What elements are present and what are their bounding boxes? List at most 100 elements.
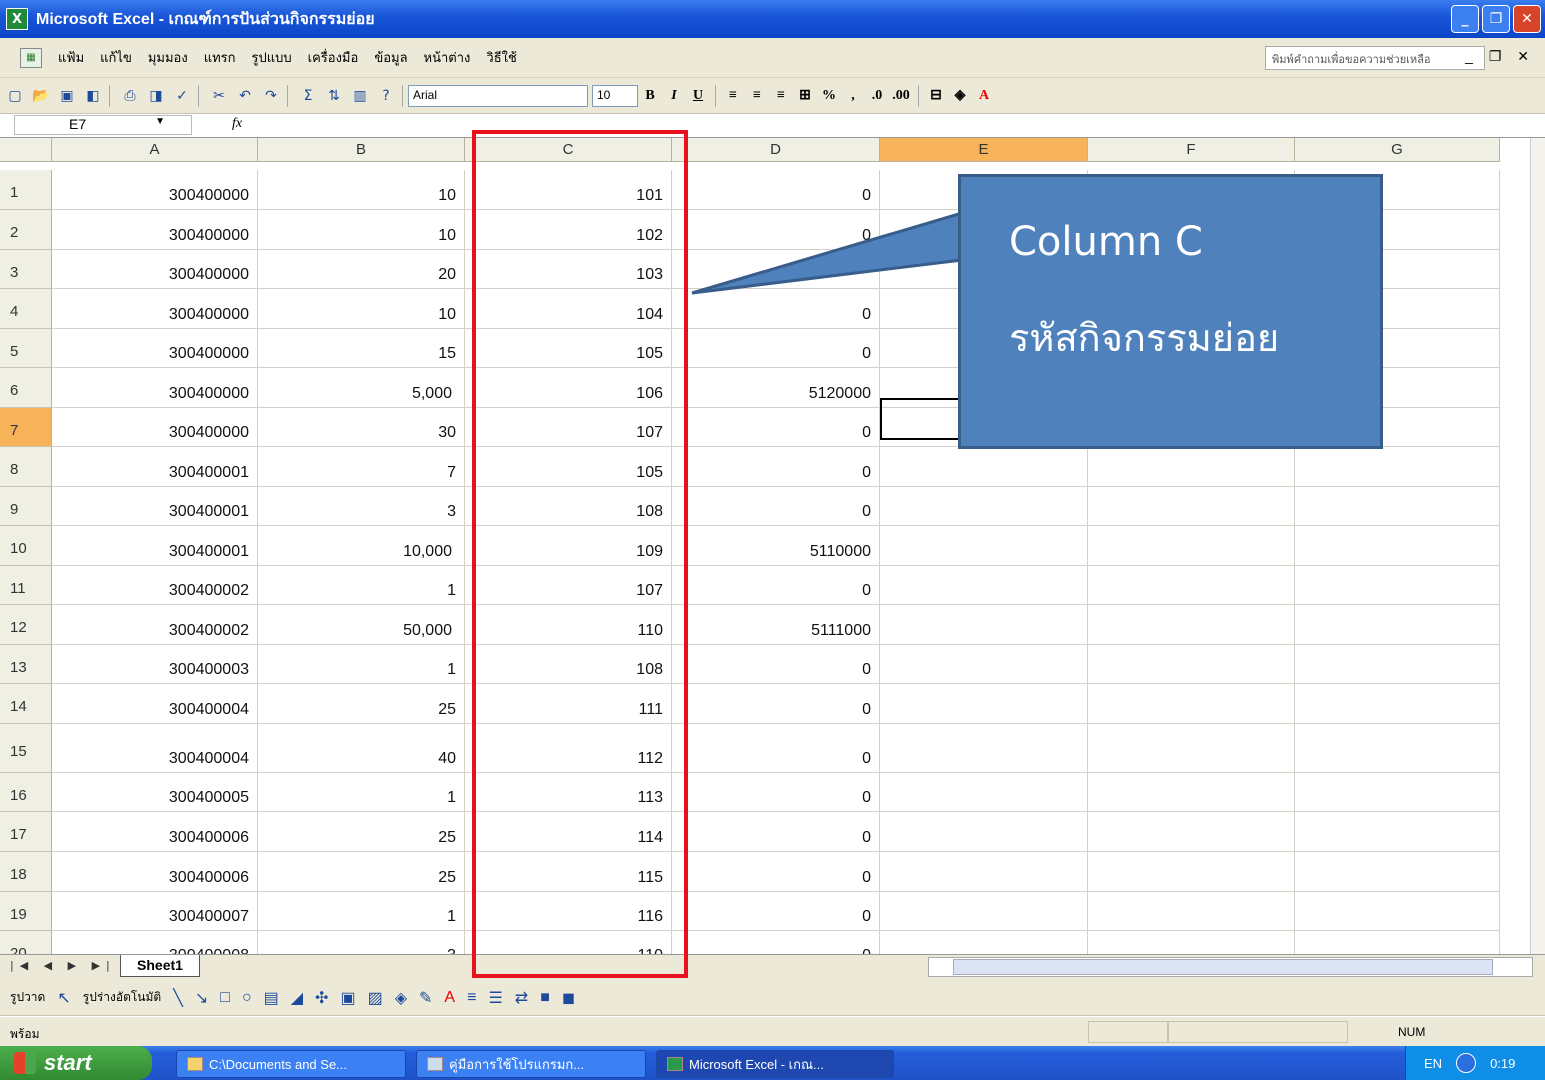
line-color-icon[interactable]: ✎ bbox=[419, 988, 432, 1008]
cell-g10[interactable] bbox=[1295, 526, 1500, 566]
minimize-button[interactable]: _ bbox=[1451, 5, 1479, 33]
cell-a3[interactable]: 300400000 bbox=[52, 250, 258, 289]
restore-button[interactable]: ❐ bbox=[1482, 5, 1510, 33]
fill-color-icon[interactable]: ◈ bbox=[395, 988, 407, 1008]
italic-button[interactable]: I bbox=[662, 85, 686, 107]
cell-e19[interactable] bbox=[880, 892, 1088, 931]
task-explorer[interactable]: C:\Documents and Se... bbox=[176, 1050, 406, 1078]
volume-icon[interactable] bbox=[1456, 1053, 1477, 1073]
cell-d15[interactable]: 0 bbox=[672, 724, 880, 773]
cell-g11[interactable] bbox=[1295, 566, 1500, 605]
name-box[interactable]: E7 ▼ bbox=[14, 115, 192, 135]
draw-menu[interactable]: รูปวาด bbox=[10, 988, 45, 1007]
cell-b10[interactable]: 10,000 bbox=[258, 526, 465, 566]
menu-file[interactable]: แฟ้ม bbox=[58, 47, 84, 68]
cell-d4[interactable]: 0 bbox=[672, 289, 880, 329]
workbook-icon[interactable]: ▦ bbox=[20, 47, 42, 68]
align-right-icon[interactable]: ≡ bbox=[769, 85, 793, 107]
sort-ascending-icon[interactable]: ⇅ bbox=[323, 85, 345, 107]
cell-f8[interactable] bbox=[1088, 447, 1295, 487]
cell-b4[interactable]: 10 bbox=[258, 289, 465, 329]
font-size-select[interactable]: 10 bbox=[592, 84, 638, 107]
row-header-14[interactable]: 14 bbox=[0, 684, 52, 724]
cell-a7[interactable]: 300400000 bbox=[52, 408, 258, 447]
row-header-17[interactable]: 17 bbox=[0, 812, 52, 852]
cell-g18[interactable] bbox=[1295, 852, 1500, 892]
cell-b8[interactable]: 7 bbox=[258, 447, 465, 487]
cell-a11[interactable]: 300400002 bbox=[52, 566, 258, 605]
cell-d6[interactable]: 5120000 bbox=[672, 368, 880, 408]
row-header-1[interactable]: 1 bbox=[0, 170, 52, 210]
bold-button[interactable]: B bbox=[638, 85, 662, 107]
select-all-corner[interactable] bbox=[0, 138, 52, 162]
cell-a15[interactable]: 300400004 bbox=[52, 724, 258, 773]
cell-g16[interactable] bbox=[1295, 773, 1500, 812]
cell-a13[interactable]: 300400003 bbox=[52, 645, 258, 684]
cell-b15[interactable]: 40 bbox=[258, 724, 465, 773]
cell-e10[interactable] bbox=[880, 526, 1088, 566]
cell-f13[interactable] bbox=[1088, 645, 1295, 684]
cell-d5[interactable]: 0 bbox=[672, 329, 880, 368]
cell-a4[interactable]: 300400000 bbox=[52, 289, 258, 329]
row-header-9[interactable]: 9 bbox=[0, 487, 52, 526]
row-header-2[interactable]: 2 bbox=[0, 210, 52, 250]
cell-b16[interactable]: 1 bbox=[258, 773, 465, 812]
cell-d13[interactable]: 0 bbox=[672, 645, 880, 684]
3d-icon[interactable]: ◼ bbox=[562, 988, 575, 1008]
menu-data[interactable]: ข้อมูล bbox=[374, 47, 407, 68]
cell-e16[interactable] bbox=[880, 773, 1088, 812]
row-header-4[interactable]: 4 bbox=[0, 289, 52, 329]
cell-b9[interactable]: 3 bbox=[258, 487, 465, 526]
cell-b11[interactable]: 1 bbox=[258, 566, 465, 605]
cell-a8[interactable]: 300400001 bbox=[52, 447, 258, 487]
cell-g12[interactable] bbox=[1295, 605, 1500, 645]
column-header-b[interactable]: B bbox=[258, 138, 465, 162]
chevron-down-icon[interactable]: ▼ bbox=[155, 116, 165, 127]
diagram-icon[interactable]: ✣ bbox=[315, 988, 328, 1008]
column-header-d[interactable]: D bbox=[672, 138, 880, 162]
cell-f12[interactable] bbox=[1088, 605, 1295, 645]
column-header-f[interactable]: F bbox=[1088, 138, 1295, 162]
cell-b5[interactable]: 15 bbox=[258, 329, 465, 368]
menu-tools[interactable]: เครื่องมือ bbox=[308, 47, 359, 68]
rectangle-icon[interactable]: □ bbox=[220, 989, 230, 1007]
row-header-11[interactable]: 11 bbox=[0, 566, 52, 605]
cell-e8[interactable] bbox=[880, 447, 1088, 487]
cell-a9[interactable]: 300400001 bbox=[52, 487, 258, 526]
line-icon[interactable]: ╲ bbox=[173, 988, 183, 1008]
print-preview-icon[interactable]: ◨ bbox=[145, 85, 167, 107]
merge-center-icon[interactable]: ⊞ bbox=[793, 85, 817, 107]
cell-b19[interactable]: 1 bbox=[258, 892, 465, 931]
cell-b17[interactable]: 25 bbox=[258, 812, 465, 852]
decrease-decimal-icon[interactable]: .00 bbox=[889, 85, 913, 107]
redo-icon[interactable]: ↷ bbox=[260, 85, 282, 107]
comma-style-icon[interactable]: , bbox=[841, 85, 865, 107]
cell-e17[interactable] bbox=[880, 812, 1088, 852]
workbook-window-controls[interactable]: _ ❐ ✕ bbox=[1465, 48, 1535, 65]
help-icon[interactable]: ? bbox=[375, 85, 397, 107]
arrow-style-icon[interactable]: ⇄ bbox=[515, 988, 528, 1008]
cell-e12[interactable] bbox=[880, 605, 1088, 645]
textbox-icon[interactable]: ▤ bbox=[264, 988, 279, 1008]
menu-window[interactable]: หน้าต่าง bbox=[424, 47, 471, 68]
cell-f18[interactable] bbox=[1088, 852, 1295, 892]
cell-g15[interactable] bbox=[1295, 724, 1500, 773]
cell-d7[interactable]: 0 bbox=[672, 408, 880, 447]
cell-d10[interactable]: 5110000 bbox=[672, 526, 880, 566]
row-header-10[interactable]: 10 bbox=[0, 526, 52, 566]
oval-icon[interactable]: ○ bbox=[242, 989, 252, 1007]
cell-a1[interactable]: 300400000 bbox=[52, 170, 258, 210]
cell-f9[interactable] bbox=[1088, 487, 1295, 526]
cell-b14[interactable]: 25 bbox=[258, 684, 465, 724]
new-icon[interactable]: ▢ bbox=[4, 85, 26, 107]
open-icon[interactable]: 📂 bbox=[30, 85, 52, 107]
undo-icon[interactable]: ↶ bbox=[234, 85, 256, 107]
sheet-tab-sheet1[interactable]: Sheet1 bbox=[120, 955, 200, 977]
cell-e9[interactable] bbox=[880, 487, 1088, 526]
line-style-icon[interactable]: ≡ bbox=[467, 989, 476, 1007]
autosum-icon[interactable]: Σ bbox=[297, 85, 319, 107]
cell-a6[interactable]: 300400000 bbox=[52, 368, 258, 408]
font-name-select[interactable]: Arial bbox=[408, 84, 588, 107]
cell-b3[interactable]: 20 bbox=[258, 250, 465, 289]
cell-e13[interactable] bbox=[880, 645, 1088, 684]
